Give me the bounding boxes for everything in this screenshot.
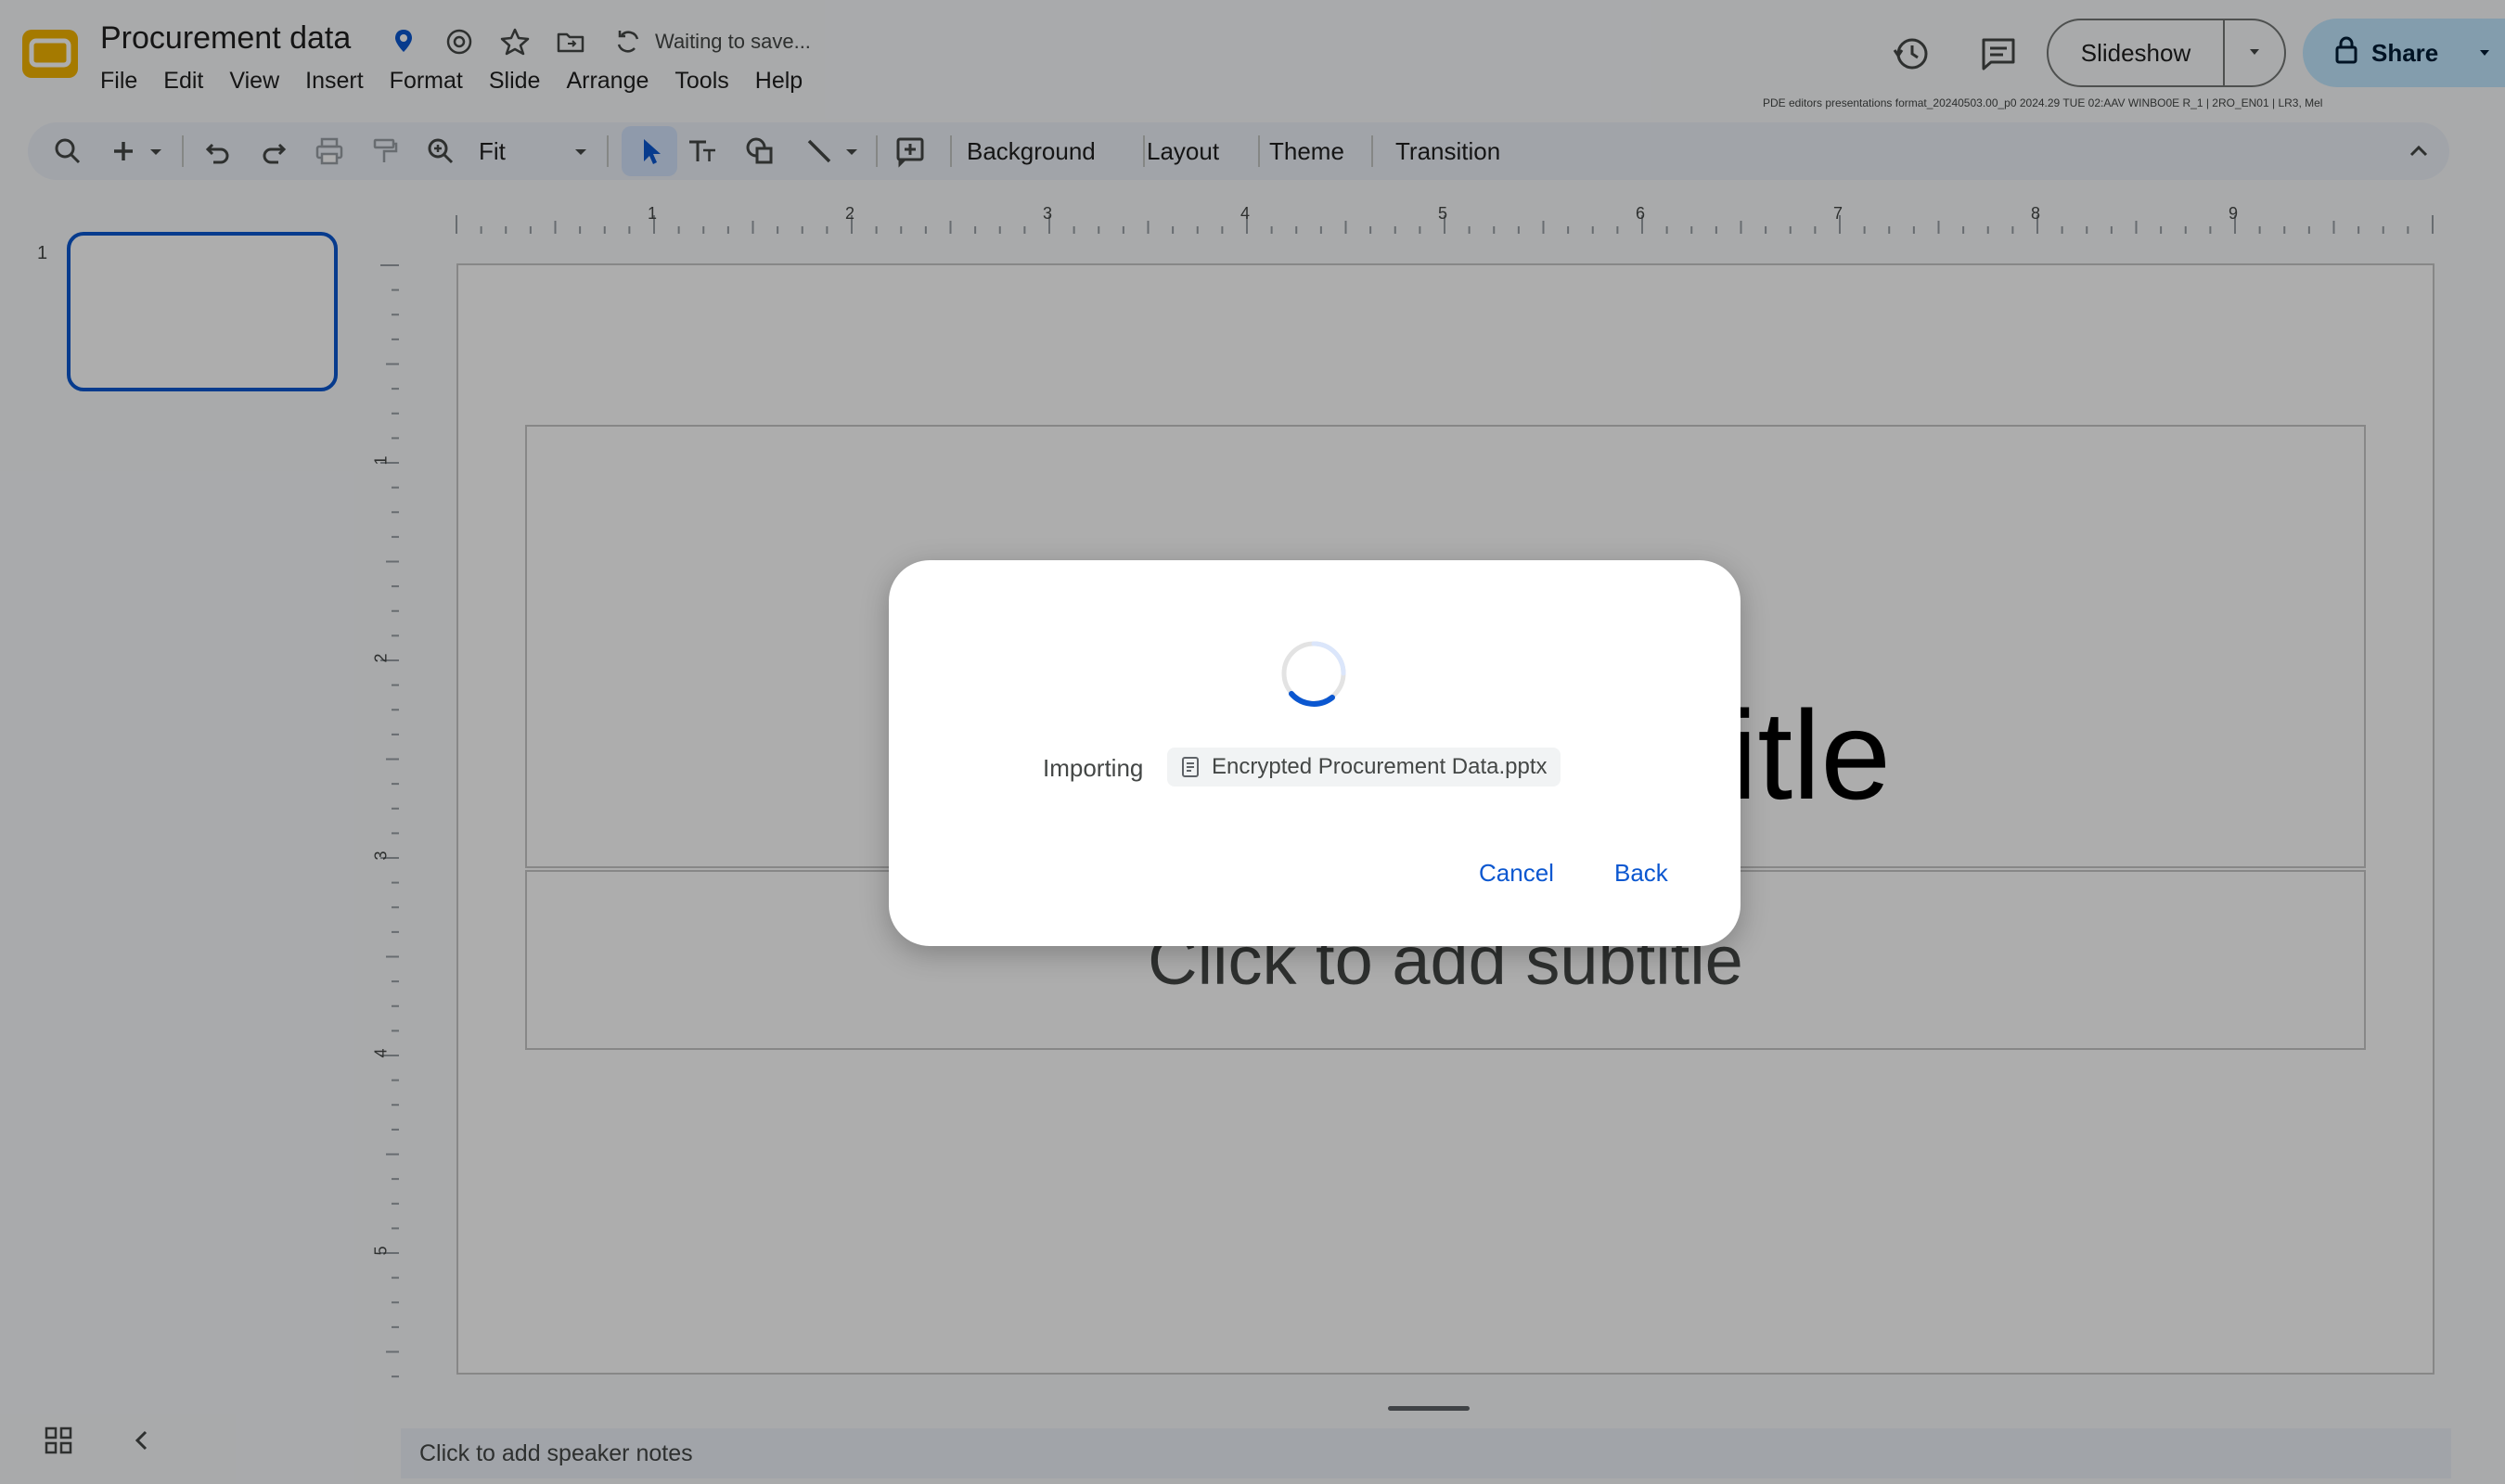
import-dialog: Importing Encrypted Procurement Data.ppt… — [889, 560, 1741, 946]
loading-spinner-icon — [1277, 636, 1351, 710]
file-name: Encrypted Procurement Data.pptx — [1212, 754, 1548, 779]
file-chip: Encrypted Procurement Data.pptx — [1167, 748, 1561, 787]
cancel-button[interactable]: Cancel — [1466, 850, 1567, 897]
back-button[interactable]: Back — [1601, 850, 1681, 897]
file-icon — [1178, 755, 1202, 779]
importing-label: Importing — [1043, 754, 1144, 782]
